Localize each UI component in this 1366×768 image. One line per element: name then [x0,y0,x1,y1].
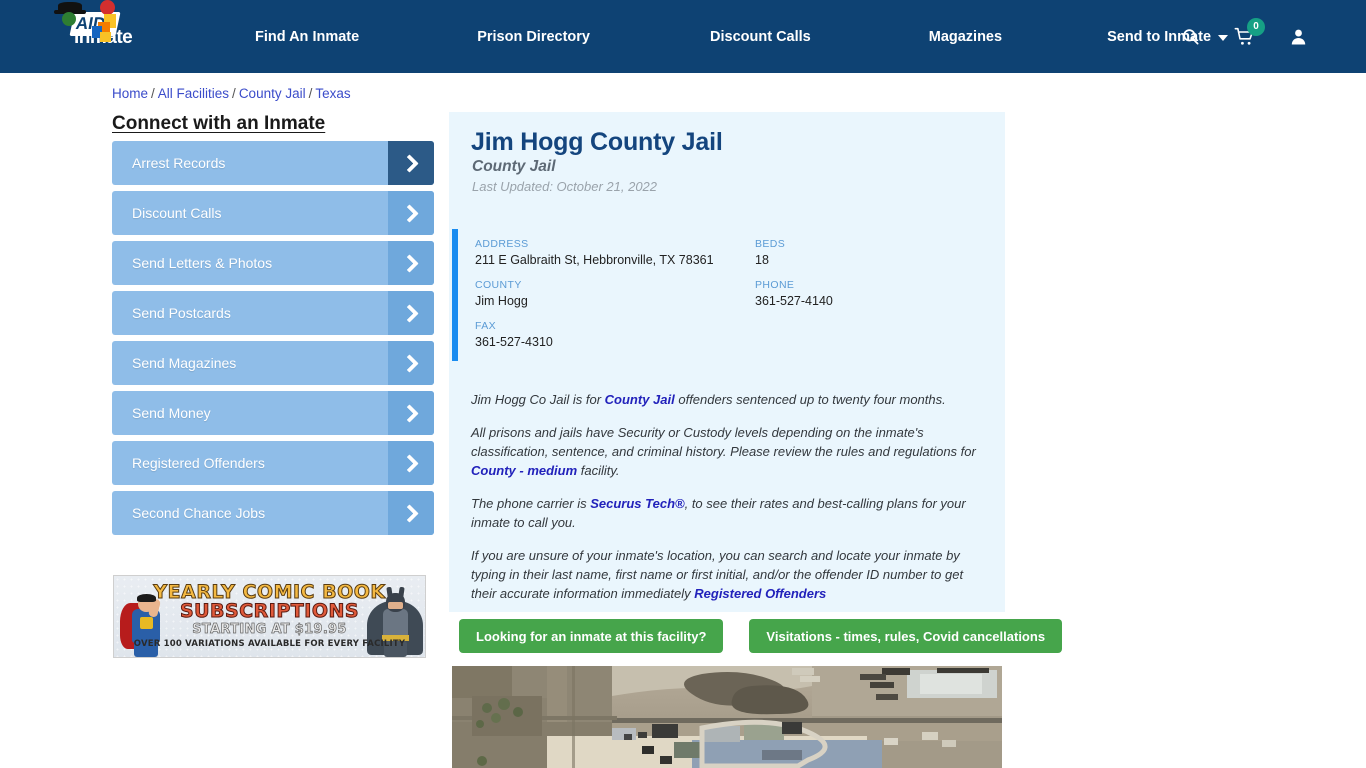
facility-aerial-map-image[interactable] [452,666,1002,768]
search-icon[interactable] [1181,27,1200,46]
sidebar-item-send-postcards[interactable]: Send Postcards [112,291,434,335]
sidebar-item-label: Second Chance Jobs [132,505,266,521]
chevron-right-icon [388,141,434,185]
facility-type-subtitle: County Jail [472,158,556,175]
inmate-search-button[interactable]: Looking for an inmate at this facility? [459,619,724,653]
sidebar-item-send-magazines[interactable]: Send Magazines [112,341,434,385]
breadcrumb: Home / All Facilities / County Jail / Texas [112,86,351,101]
breadcrumb-item-home[interactable]: Home [112,86,148,101]
description-paragraph-3: The phone carrier is Securus Tech®, to s… [471,494,983,532]
paragraph-text: The phone carrier is [471,496,591,511]
nav-prison-directory[interactable]: Prison Directory [477,29,590,45]
cart-count-badge: 0 [1247,17,1265,36]
field-label: ADDRESS [475,238,529,250]
breadcrumb-item-county-jail[interactable]: County Jail [239,86,306,101]
nav-find-an-inmate[interactable]: Find An Inmate [255,29,359,45]
chevron-right-icon [388,441,434,485]
field-value: 361-527-4140 [755,294,833,308]
ad-price-text: STARTING AT $19.95 [192,622,347,638]
field-value: 18 [755,253,769,267]
field-county: COUNTY Jim Hogg [475,279,755,308]
paragraph-text: Jim Hogg Co Jail is for [471,392,605,407]
details-row: FAX 361-527-4310 [475,320,995,349]
logo-character-red-icon [100,0,115,15]
description-paragraph-4: If you are unsure of your inmate's locat… [471,546,983,603]
field-beds: BEDS 18 [755,238,995,267]
sidebar-item-label: Registered Offenders [132,455,265,471]
user-account-icon[interactable] [1289,27,1308,47]
visitation-info-button[interactable]: Visitations - times, rules, Covid cancel… [749,619,1063,653]
field-label: COUNTY [475,279,522,291]
field-address: ADDRESS 211 E Galbraith St, Hebbronville… [475,238,755,267]
sidebar-item-label: Send Money [132,405,211,421]
breadcrumb-item-all-facilities[interactable]: All Facilities [158,86,229,101]
nav-magazines[interactable]: Magazines [929,29,1002,45]
sidebar-item-registered-offenders[interactable]: Registered Offenders [112,441,434,485]
sidebar-heading: Connect with an Inmate [112,113,326,134]
chevron-right-icon [388,491,434,535]
sidebar-item-send-letters-photos[interactable]: Send Letters & Photos [112,241,434,285]
chevron-right-icon [388,391,434,435]
breadcrumb-separator: / [151,86,155,101]
nav-discount-calls[interactable]: Discount Calls [710,29,811,45]
page-title: Jim Hogg County Jail [471,128,723,156]
shopping-cart-icon[interactable]: 0 [1234,17,1265,47]
chevron-right-icon [388,241,434,285]
field-label: PHONE [755,279,795,291]
facility-details-grid: ADDRESS 211 E Galbraith St, Hebbronville… [475,238,995,361]
logo-character-head-icon [62,12,76,26]
sidebar-item-discount-calls[interactable]: Discount Calls [112,191,434,235]
comic-book-subscription-ad[interactable]: YEARLY COMIC BOOK SUBSCRIPTIONS STARTING… [113,575,426,658]
link-securus-tech[interactable]: Securus Tech® [590,496,684,511]
ad-headline-2: SUBSCRIPTIONS [179,600,360,623]
field-phone: PHONE 361-527-4140 [755,279,995,308]
field-value: Jim Hogg [475,294,528,308]
link-county-medium[interactable]: County - medium [471,463,577,478]
details-row: COUNTY Jim Hogg PHONE 361-527-4140 [475,279,995,308]
sidebar-item-send-money[interactable]: Send Money [112,391,434,435]
accent-bar [452,229,458,361]
aerial-photo-graphic [452,666,1002,768]
breadcrumb-separator: / [232,86,236,101]
sidebar-item-label: Discount Calls [132,205,222,221]
sidebar-item-label: Arrest Records [132,155,226,171]
link-county-jail[interactable]: County Jail [605,392,675,407]
sidebar-item-arrest-records[interactable]: Arrest Records [112,141,434,185]
paragraph-text: facility. [577,463,620,478]
logo-character-yellow2-icon [100,32,111,42]
site-header: inmate AID Find An Inmate Prison Directo… [0,0,1366,73]
field-fax: FAX 361-527-4310 [475,320,755,349]
sidebar-item-label: Send Magazines [132,355,237,371]
details-row: ADDRESS 211 E Galbraith St, Hebbronville… [475,238,995,267]
sidebar-item-label: Send Postcards [132,305,231,321]
field-value: 361-527-4310 [475,335,553,349]
main-navigation: Find An Inmate Prison Directory Discount… [255,0,1229,73]
action-button-row: Looking for an inmate at this facility? … [459,619,1063,653]
last-updated-text: Last Updated: October 21, 2022 [472,179,658,194]
link-registered-offenders[interactable]: Registered Offenders [694,586,826,601]
chevron-right-icon [388,191,434,235]
breadcrumb-separator: / [308,86,313,101]
facility-info-card: Jim Hogg County Jail County Jail Last Up… [449,112,1005,612]
header-icon-group: 0 [1181,0,1308,73]
paragraph-text: All prisons and jails have Security or C… [471,425,976,459]
field-label: FAX [475,320,497,332]
ad-subtext: OVER 100 VARIATIONS AVAILABLE FOR EVERY … [133,639,406,649]
description-paragraph-2: All prisons and jails have Security or C… [471,423,983,480]
description-paragraph-1: Jim Hogg Co Jail is for County Jail offe… [471,390,983,409]
chevron-right-icon [388,291,434,335]
chevron-right-icon [388,341,434,385]
sidebar-item-label: Send Letters & Photos [132,255,273,271]
field-value: 211 E Galbraith St, Hebbronville, TX 783… [475,253,714,267]
facility-description: Jim Hogg Co Jail is for County Jail offe… [471,390,983,617]
field-label: BEDS [755,238,786,250]
paragraph-text: offenders sentenced up to twenty four mo… [674,392,946,407]
sidebar-item-second-chance-jobs[interactable]: Second Chance Jobs [112,491,434,535]
breadcrumb-item-texas[interactable]: Texas [315,86,350,101]
facility-details-block: ADDRESS 211 E Galbraith St, Hebbronville… [449,220,1005,361]
sidebar-link-list: Arrest Records Discount Calls Send Lette… [112,141,434,541]
